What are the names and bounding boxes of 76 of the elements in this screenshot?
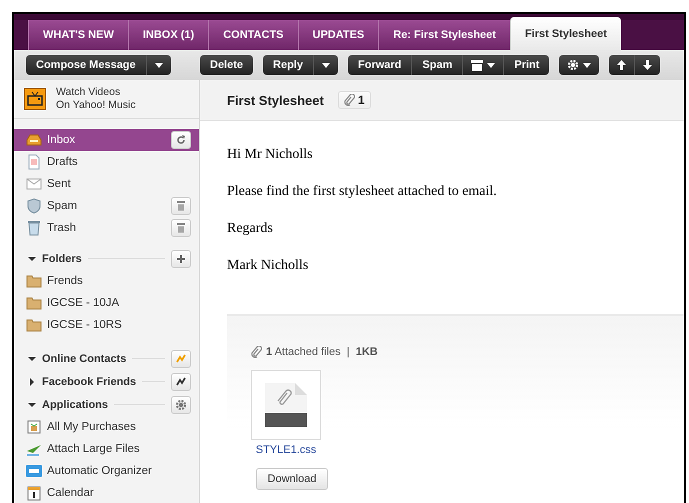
trash-icon: [26, 220, 42, 236]
tab[interactable]: CONTACTS: [208, 20, 298, 50]
section-title: Online Contacts: [42, 352, 126, 364]
status-icon: [176, 354, 186, 363]
refresh-icon: [176, 135, 186, 145]
attachment-count[interactable]: 1: [338, 91, 371, 109]
envelope-icon: [26, 176, 42, 192]
file-link[interactable]: STYLE1.css: [251, 444, 321, 456]
caret-icon[interactable]: [28, 378, 36, 386]
sidebar-item[interactable]: Automatic Organizer: [14, 460, 199, 482]
sidebar-item[interactable]: Spam: [14, 195, 199, 217]
sidebar-item[interactable]: All My Purchases: [14, 416, 199, 438]
sidebar-item[interactable]: Sent: [14, 173, 199, 195]
caret-icon[interactable]: [28, 354, 36, 362]
folder-icon: [26, 317, 42, 333]
message-text: Please find the first stylesheet attached to email.: [227, 184, 498, 200]
tab[interactable]: INBOX (1): [128, 20, 208, 50]
attachment-summary: 1 Attached files | 1KB: [266, 346, 378, 358]
gift-box-icon: [26, 419, 42, 435]
add-folder-button[interactable]: [171, 250, 191, 268]
organizer-icon: [26, 463, 42, 479]
toolbar-button[interactable]: Spam: [411, 55, 462, 75]
tab[interactable]: WHAT'S NEW: [28, 20, 128, 50]
section-title: Applications: [42, 398, 108, 410]
folder-icon: [26, 295, 42, 311]
message-text: Mark Nicholls: [227, 258, 310, 274]
document-icon: [26, 154, 42, 170]
caret-icon[interactable]: [28, 254, 36, 262]
tab[interactable]: UPDATES: [298, 20, 378, 50]
status-button[interactable]: [171, 372, 191, 390]
trash-icon: [177, 201, 185, 211]
empty-button[interactable]: [171, 219, 191, 237]
caret-icon: [583, 62, 592, 68]
sidebar-item[interactable]: Trash: [14, 217, 199, 239]
paperclip-icon: [344, 94, 355, 106]
status-icon: [176, 377, 186, 386]
sidebar-item[interactable]: Frends: [14, 270, 199, 292]
caret-icon: [322, 62, 330, 68]
toolbar-button[interactable]: Forward: [348, 55, 412, 75]
file-icon: [265, 383, 307, 427]
tv-icon: [24, 88, 46, 110]
toolbar-button[interactable]: Print: [503, 55, 550, 75]
tab[interactable]: Re: First Stylesheet: [378, 20, 510, 50]
file-thumbnail[interactable]: [251, 370, 321, 440]
sidebar-item[interactable]: Attach Large Files: [14, 438, 199, 460]
sidebar-item[interactable]: Inbox: [14, 129, 199, 151]
paperclip-icon: [251, 346, 262, 358]
promo-link[interactable]: On Yahoo! Music: [56, 99, 136, 112]
down-arrow-icon: [643, 60, 652, 70]
inbox-tray-icon: [26, 132, 42, 148]
settings-icon: [567, 59, 580, 71]
caret-icon[interactable]: [28, 400, 36, 408]
download-button[interactable]: Download: [256, 468, 328, 490]
sidebar-item[interactable]: IGCSE - 10RS: [14, 314, 199, 336]
sidebar-item[interactable]: IGCSE - 10JA: [14, 292, 199, 314]
plus-icon: [177, 254, 185, 262]
trash-icon: [177, 223, 185, 233]
section-title: Folders: [42, 252, 82, 264]
sidebar-item[interactable]: Calendar: [14, 482, 199, 503]
empty-button[interactable]: [171, 197, 191, 215]
refresh-button[interactable]: [171, 131, 191, 149]
tab[interactable]: First Stylesheet: [510, 17, 621, 50]
message-subject: First Stylesheet: [227, 92, 324, 108]
message-text: Regards: [227, 221, 274, 237]
section-title: Facebook Friends: [42, 376, 136, 388]
toolbar-button[interactable]: Delete: [200, 55, 254, 75]
caret-icon: [487, 62, 496, 68]
promo-link[interactable]: Watch Videos: [56, 86, 136, 99]
shield-icon: [26, 198, 42, 214]
message-text: Hi Mr Nicholls: [227, 147, 314, 163]
up-arrow-icon: [617, 60, 626, 70]
folder-icon: [26, 273, 42, 289]
caret-icon: [154, 62, 163, 68]
settings-icon: [175, 398, 187, 410]
sidebar-item[interactable]: Drafts: [14, 151, 199, 173]
archive-icon: [471, 60, 484, 70]
